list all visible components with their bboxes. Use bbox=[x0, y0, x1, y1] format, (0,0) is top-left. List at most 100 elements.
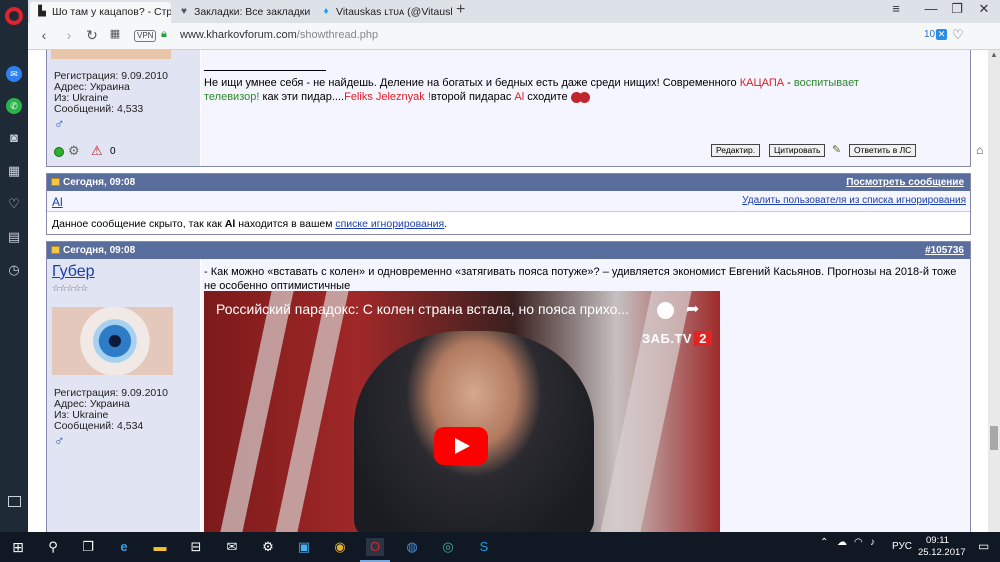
notice-text: Данное сообщение скрыто, так как bbox=[52, 218, 225, 230]
globe-app-icon[interactable]: ◎ bbox=[439, 538, 457, 556]
camera-icon[interactable]: ◙ bbox=[6, 130, 22, 146]
sidebar-toggle-icon[interactable] bbox=[8, 496, 21, 507]
tabs-grid-icon[interactable]: ▦ bbox=[107, 27, 123, 40]
tab-bookmarks[interactable]: ♥ Закладки: Все закладки bbox=[172, 2, 313, 23]
bookmark-heart-icon[interactable]: ♡ bbox=[952, 27, 964, 43]
qbittorrent-icon[interactable]: ◍ bbox=[403, 538, 421, 556]
task-view-icon[interactable]: ❐ bbox=[79, 538, 97, 556]
report-warning-icon[interactable]: ⚠ bbox=[91, 143, 103, 159]
opera-taskbar-icon[interactable]: O bbox=[366, 538, 384, 556]
clock-time[interactable]: 09:11 bbox=[926, 535, 949, 546]
mail-icon[interactable]: ✉ bbox=[223, 538, 241, 556]
video-title[interactable]: Российский парадокс: С колен страна вста… bbox=[216, 301, 629, 317]
minimize-button[interactable]: — bbox=[922, 1, 940, 16]
close-window-button[interactable]: ✕ bbox=[975, 1, 993, 17]
url-host: www.kharkovforum.com bbox=[180, 29, 297, 41]
scroll-up-icon[interactable]: ▲ bbox=[988, 50, 1000, 62]
windows-start-icon[interactable]: ⊞ bbox=[9, 538, 27, 556]
notice-text: . bbox=[444, 218, 448, 230]
back-button[interactable]: ‹ bbox=[36, 27, 52, 43]
post-number-link[interactable]: #105736 bbox=[925, 242, 964, 259]
maximize-button[interactable]: ❐ bbox=[948, 1, 966, 17]
sig-text: сходите bbox=[524, 91, 571, 103]
tray-network-icon[interactable]: ☁ bbox=[837, 537, 847, 548]
post-header: Сегодня, 09:08 Посмотреть сообщение bbox=[47, 174, 970, 191]
volume-icon[interactable]: ♪ bbox=[870, 537, 875, 548]
author-name-link[interactable]: Губер bbox=[52, 263, 95, 281]
heart-icon: ♥ bbox=[181, 6, 187, 17]
post-text: - Как можно «вставать с колен» и одновре… bbox=[204, 266, 957, 292]
search-icon[interactable]: ⚲ bbox=[44, 538, 62, 556]
notice-user: Al bbox=[224, 218, 236, 230]
tab-twitter[interactable]: ♦ Vitauskas ʟтᴜᴀ (@Vitauskas bbox=[314, 2, 452, 23]
clock-date[interactable]: 25.12.2017 bbox=[918, 547, 966, 558]
reputation-icon[interactable]: ⚙ bbox=[68, 143, 80, 159]
tab-forum[interactable]: ▙ Шо там у кацапов? - Стра bbox=[30, 2, 171, 23]
male-icon: ♂ bbox=[54, 115, 65, 131]
post-date: Сегодня, 09:08 bbox=[63, 177, 136, 188]
chrome-icon[interactable]: ◉ bbox=[331, 538, 349, 556]
url-path: /showthread.php bbox=[296, 29, 379, 41]
logo-number: 2 bbox=[694, 331, 713, 346]
edge-icon[interactable]: e bbox=[115, 538, 133, 556]
share-icon[interactable]: ➦ bbox=[686, 299, 699, 319]
speed-dial-icon[interactable]: ▦ bbox=[6, 163, 22, 179]
messenger-icon[interactable]: ✉ bbox=[6, 66, 22, 82]
ignore-list-link[interactable]: списке игнорирования bbox=[335, 218, 444, 230]
url-field[interactable]: www.kharkovforum.com/showthread.php bbox=[180, 29, 378, 41]
adblock-count[interactable]: 10 bbox=[924, 29, 935, 40]
view-post-link[interactable]: Посмотреть сообщение bbox=[846, 174, 964, 191]
app-window-icon[interactable]: ▣ bbox=[295, 538, 313, 556]
warning-count: 0 bbox=[110, 146, 116, 157]
thanks-icon[interactable]: ⌂ bbox=[976, 143, 983, 157]
smiley-icon bbox=[578, 91, 590, 103]
lock-icon[interactable]: 🔒︎ bbox=[161, 28, 167, 41]
post-number: 105736 bbox=[930, 245, 964, 256]
whatsapp-icon[interactable]: ✆ bbox=[6, 98, 22, 114]
sig-red-text: Feliks Jeleznyak ! bbox=[344, 91, 431, 103]
watch-later-icon[interactable] bbox=[657, 302, 674, 319]
opera-logo-icon[interactable] bbox=[5, 7, 23, 25]
sig-green-text: телевизор! bbox=[204, 91, 260, 103]
post-folder-icon bbox=[51, 178, 60, 186]
scrollbar-thumb[interactable] bbox=[990, 426, 998, 450]
new-tab-button[interactable]: + bbox=[456, 1, 465, 19]
avatar bbox=[51, 50, 171, 59]
youtube-play-button[interactable] bbox=[434, 427, 488, 465]
tray-chevron-icon[interactable]: ⌃ bbox=[820, 537, 828, 548]
store-icon[interactable]: ⊟ bbox=[187, 538, 205, 556]
post-author-column: Губер ☆☆☆☆☆ Регистрация: 9.09.2010 Адрес… bbox=[47, 259, 200, 532]
tab-menu-icon[interactable]: ≡ bbox=[887, 1, 905, 16]
reload-button[interactable]: ↻ bbox=[84, 27, 100, 44]
skype-icon[interactable]: S bbox=[475, 538, 493, 556]
page-scrollbar[interactable]: ▲ bbox=[988, 50, 1000, 532]
adblock-icon[interactable]: ✕ bbox=[936, 29, 947, 40]
vpn-badge[interactable]: VPN bbox=[134, 30, 157, 42]
ignored-user-link[interactable]: Al bbox=[52, 195, 63, 209]
history-clock-icon[interactable]: ◷ bbox=[6, 262, 22, 278]
bookmarks-heart-icon[interactable]: ♡ bbox=[6, 196, 22, 212]
settings-gear-icon[interactable]: ⚙ bbox=[259, 538, 277, 556]
news-icon[interactable]: ▤ bbox=[6, 229, 22, 245]
tab-bar: ▙ Шо там у кацапов? - Стра ♥ Закладки: В… bbox=[28, 0, 1000, 23]
post-date: Сегодня, 09:08 bbox=[63, 245, 136, 256]
rank-stars: ☆☆☆☆☆ bbox=[52, 283, 88, 293]
language-indicator[interactable]: РУС bbox=[892, 541, 912, 552]
youtube-video-embed[interactable]: Российский парадокс: С колен страна вста… bbox=[204, 291, 720, 532]
logo-text: ЗАБ.TV bbox=[642, 331, 693, 346]
quote-button[interactable]: Цитировать bbox=[769, 144, 826, 157]
notifications-icon[interactable]: ▭ bbox=[978, 539, 989, 553]
forward-button[interactable]: › bbox=[61, 27, 77, 43]
post-2: Сегодня, 09:08 Посмотреть сообщение Al У… bbox=[46, 173, 971, 235]
edit-button[interactable]: Редактир. bbox=[711, 144, 761, 157]
sig-green-text: воспитывает bbox=[793, 77, 859, 89]
tab-title: Закладки: Все закладки bbox=[194, 6, 311, 18]
file-explorer-icon[interactable]: ▬ bbox=[151, 538, 169, 556]
sig-text: как эти пидар.... bbox=[259, 91, 345, 103]
tab-title: Шо там у кацапов? - Стра bbox=[52, 6, 171, 18]
message-count: Сообщений: 4,533 bbox=[54, 103, 144, 115]
multi-quote-icon[interactable]: ✎ bbox=[832, 143, 841, 156]
remove-ignore-link[interactable]: Удалить пользователя из списка игнориров… bbox=[742, 195, 966, 206]
wifi-icon[interactable]: ◠ bbox=[854, 537, 863, 548]
reply-pm-button[interactable]: Ответить в ЛС bbox=[849, 144, 917, 157]
